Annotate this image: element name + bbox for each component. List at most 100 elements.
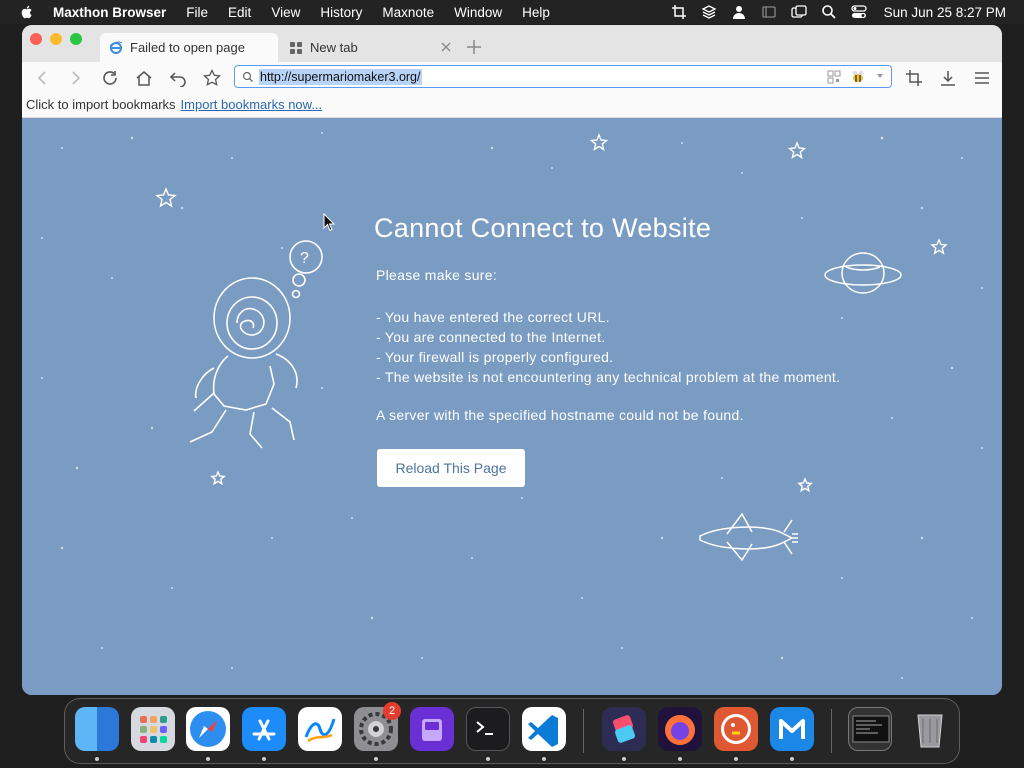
mouse-cursor-icon [323, 213, 335, 232]
troubleshooting-checklist: - You have entered the correct URL. - Yo… [376, 307, 840, 387]
search-icon[interactable] [821, 4, 837, 20]
dock-screen-capture[interactable] [848, 707, 892, 751]
error-title: Cannot Connect to Website [374, 213, 712, 243]
checklist-item: - You are connected to the Internet. [376, 329, 606, 345]
dock-finder[interactable] [75, 707, 119, 751]
running-indicator [95, 757, 99, 761]
dock-maxthon[interactable] [770, 707, 814, 751]
tab-new-tab[interactable]: New tab [280, 33, 458, 62]
running-indicator [206, 757, 210, 761]
dock [64, 698, 960, 764]
address-bar[interactable]: http://supermariomaker3.org/ [234, 65, 892, 88]
menu-maxnote[interactable]: Maxnote [382, 5, 434, 20]
screenshot-crop-icon[interactable] [905, 69, 923, 87]
running-indicator [622, 757, 626, 761]
dock-apple-configurator[interactable] [410, 707, 454, 751]
screen-icon[interactable] [761, 4, 777, 20]
running-indicator [374, 757, 378, 761]
apple-logo-icon[interactable] [19, 4, 35, 20]
dock-freeform[interactable] [298, 707, 342, 751]
menu-hamburger-icon[interactable] [973, 69, 991, 87]
qr-code-icon[interactable] [827, 70, 841, 84]
dock-duckduckgo[interactable] [714, 707, 758, 751]
menu-help[interactable]: Help [522, 5, 550, 20]
dock-safari[interactable] [186, 707, 230, 751]
window-overlap-icon[interactable] [791, 4, 807, 20]
zoom-window-button[interactable] [70, 33, 82, 45]
search-icon [242, 71, 253, 82]
toolbar: http://supermariomaker3.org/ [22, 62, 1002, 92]
tab-label: Failed to open page [130, 40, 245, 55]
app-menu[interactable]: Maxthon Browser [53, 5, 166, 20]
firefox-icon [665, 715, 695, 745]
menu-view[interactable]: View [271, 5, 300, 20]
dock-shortcuts[interactable] [602, 707, 646, 751]
running-indicator [734, 757, 738, 761]
new-tab-plus-icon[interactable] [466, 39, 482, 55]
menu-window[interactable]: Window [454, 5, 502, 20]
compass-icon [190, 711, 226, 747]
bookmarks-bar: Click to import bookmarks Import bookmar… [22, 92, 1002, 118]
grid-icon [290, 41, 302, 54]
close-tab-icon[interactable] [440, 41, 452, 53]
control-center-icon[interactable] [851, 4, 867, 20]
error-page: ? Cannot Connect to Website Please make … [22, 118, 1002, 695]
star-bookmark-icon[interactable] [203, 69, 221, 87]
tab-strip: Failed to open page New tab [22, 25, 1002, 62]
configurator-icon [422, 719, 442, 741]
running-indicator [542, 757, 546, 761]
duck-icon [721, 714, 751, 744]
forward-icon[interactable] [66, 69, 84, 87]
checklist-item: - You have entered the correct URL. [376, 309, 610, 325]
dock-trash[interactable] [908, 707, 952, 751]
tab-failed-to-open[interactable]: Failed to open page [100, 33, 278, 62]
running-indicator [790, 757, 794, 761]
dock-separator [583, 709, 584, 753]
dock-terminal[interactable] [466, 707, 510, 751]
reload-page-button[interactable]: Reload This Page [377, 449, 525, 487]
tab-label: New tab [310, 40, 358, 55]
error-intro: Please make sure: [376, 267, 498, 283]
freeform-squiggle-icon [304, 718, 336, 743]
layers-icon[interactable] [701, 4, 717, 20]
minimize-window-button[interactable] [50, 33, 62, 45]
menu-edit[interactable]: Edit [228, 5, 251, 20]
url-text[interactable]: http://supermariomaker3.org/ [259, 68, 422, 85]
launchpad-grid-icon [140, 716, 167, 743]
user-icon[interactable] [731, 4, 747, 20]
close-window-button[interactable] [30, 33, 42, 45]
dock-vscode[interactable] [522, 707, 566, 751]
svg-text:?: ? [300, 250, 309, 267]
import-bookmarks-link[interactable]: Import bookmarks now... [181, 97, 323, 112]
running-indicator [678, 757, 682, 761]
crop-icon[interactable] [671, 4, 687, 20]
menu-file[interactable]: File [186, 5, 208, 20]
import-prompt: Click to import bookmarks [26, 97, 176, 112]
window-thumbnail-icon [852, 715, 890, 743]
ie-e-icon [109, 41, 123, 54]
dock-app-store[interactable] [242, 707, 286, 751]
back-icon[interactable] [34, 69, 52, 87]
undo-icon[interactable] [169, 69, 187, 87]
error-note: A server with the specified hostname cou… [376, 407, 744, 423]
shortcuts-icon [612, 715, 636, 743]
browser-window: Failed to open page New tab http://super… [22, 25, 1002, 695]
bee-extension-icon[interactable] [850, 69, 866, 85]
trash-icon [917, 714, 943, 748]
chevron-down-icon[interactable] [877, 73, 883, 79]
download-icon[interactable] [939, 69, 957, 87]
dock-firefox[interactable] [658, 707, 702, 751]
menu-clock[interactable]: Sun Jun 25 8:27 PM [884, 5, 1006, 20]
dock-separator [831, 709, 832, 753]
running-indicator [486, 757, 490, 761]
terminal-prompt-icon [476, 721, 493, 735]
notification-badge: 2 [383, 702, 401, 720]
reload-icon[interactable] [101, 69, 119, 87]
menu-bar: Maxthon Browser File Edit View History M… [0, 0, 1024, 24]
dock-launchpad[interactable] [131, 707, 175, 751]
checklist-item: - Your firewall is properly configured. [376, 349, 614, 365]
vscode-icon [528, 715, 558, 747]
maxthon-m-icon [779, 719, 805, 739]
home-icon[interactable] [135, 69, 153, 87]
menu-history[interactable]: History [320, 5, 362, 20]
